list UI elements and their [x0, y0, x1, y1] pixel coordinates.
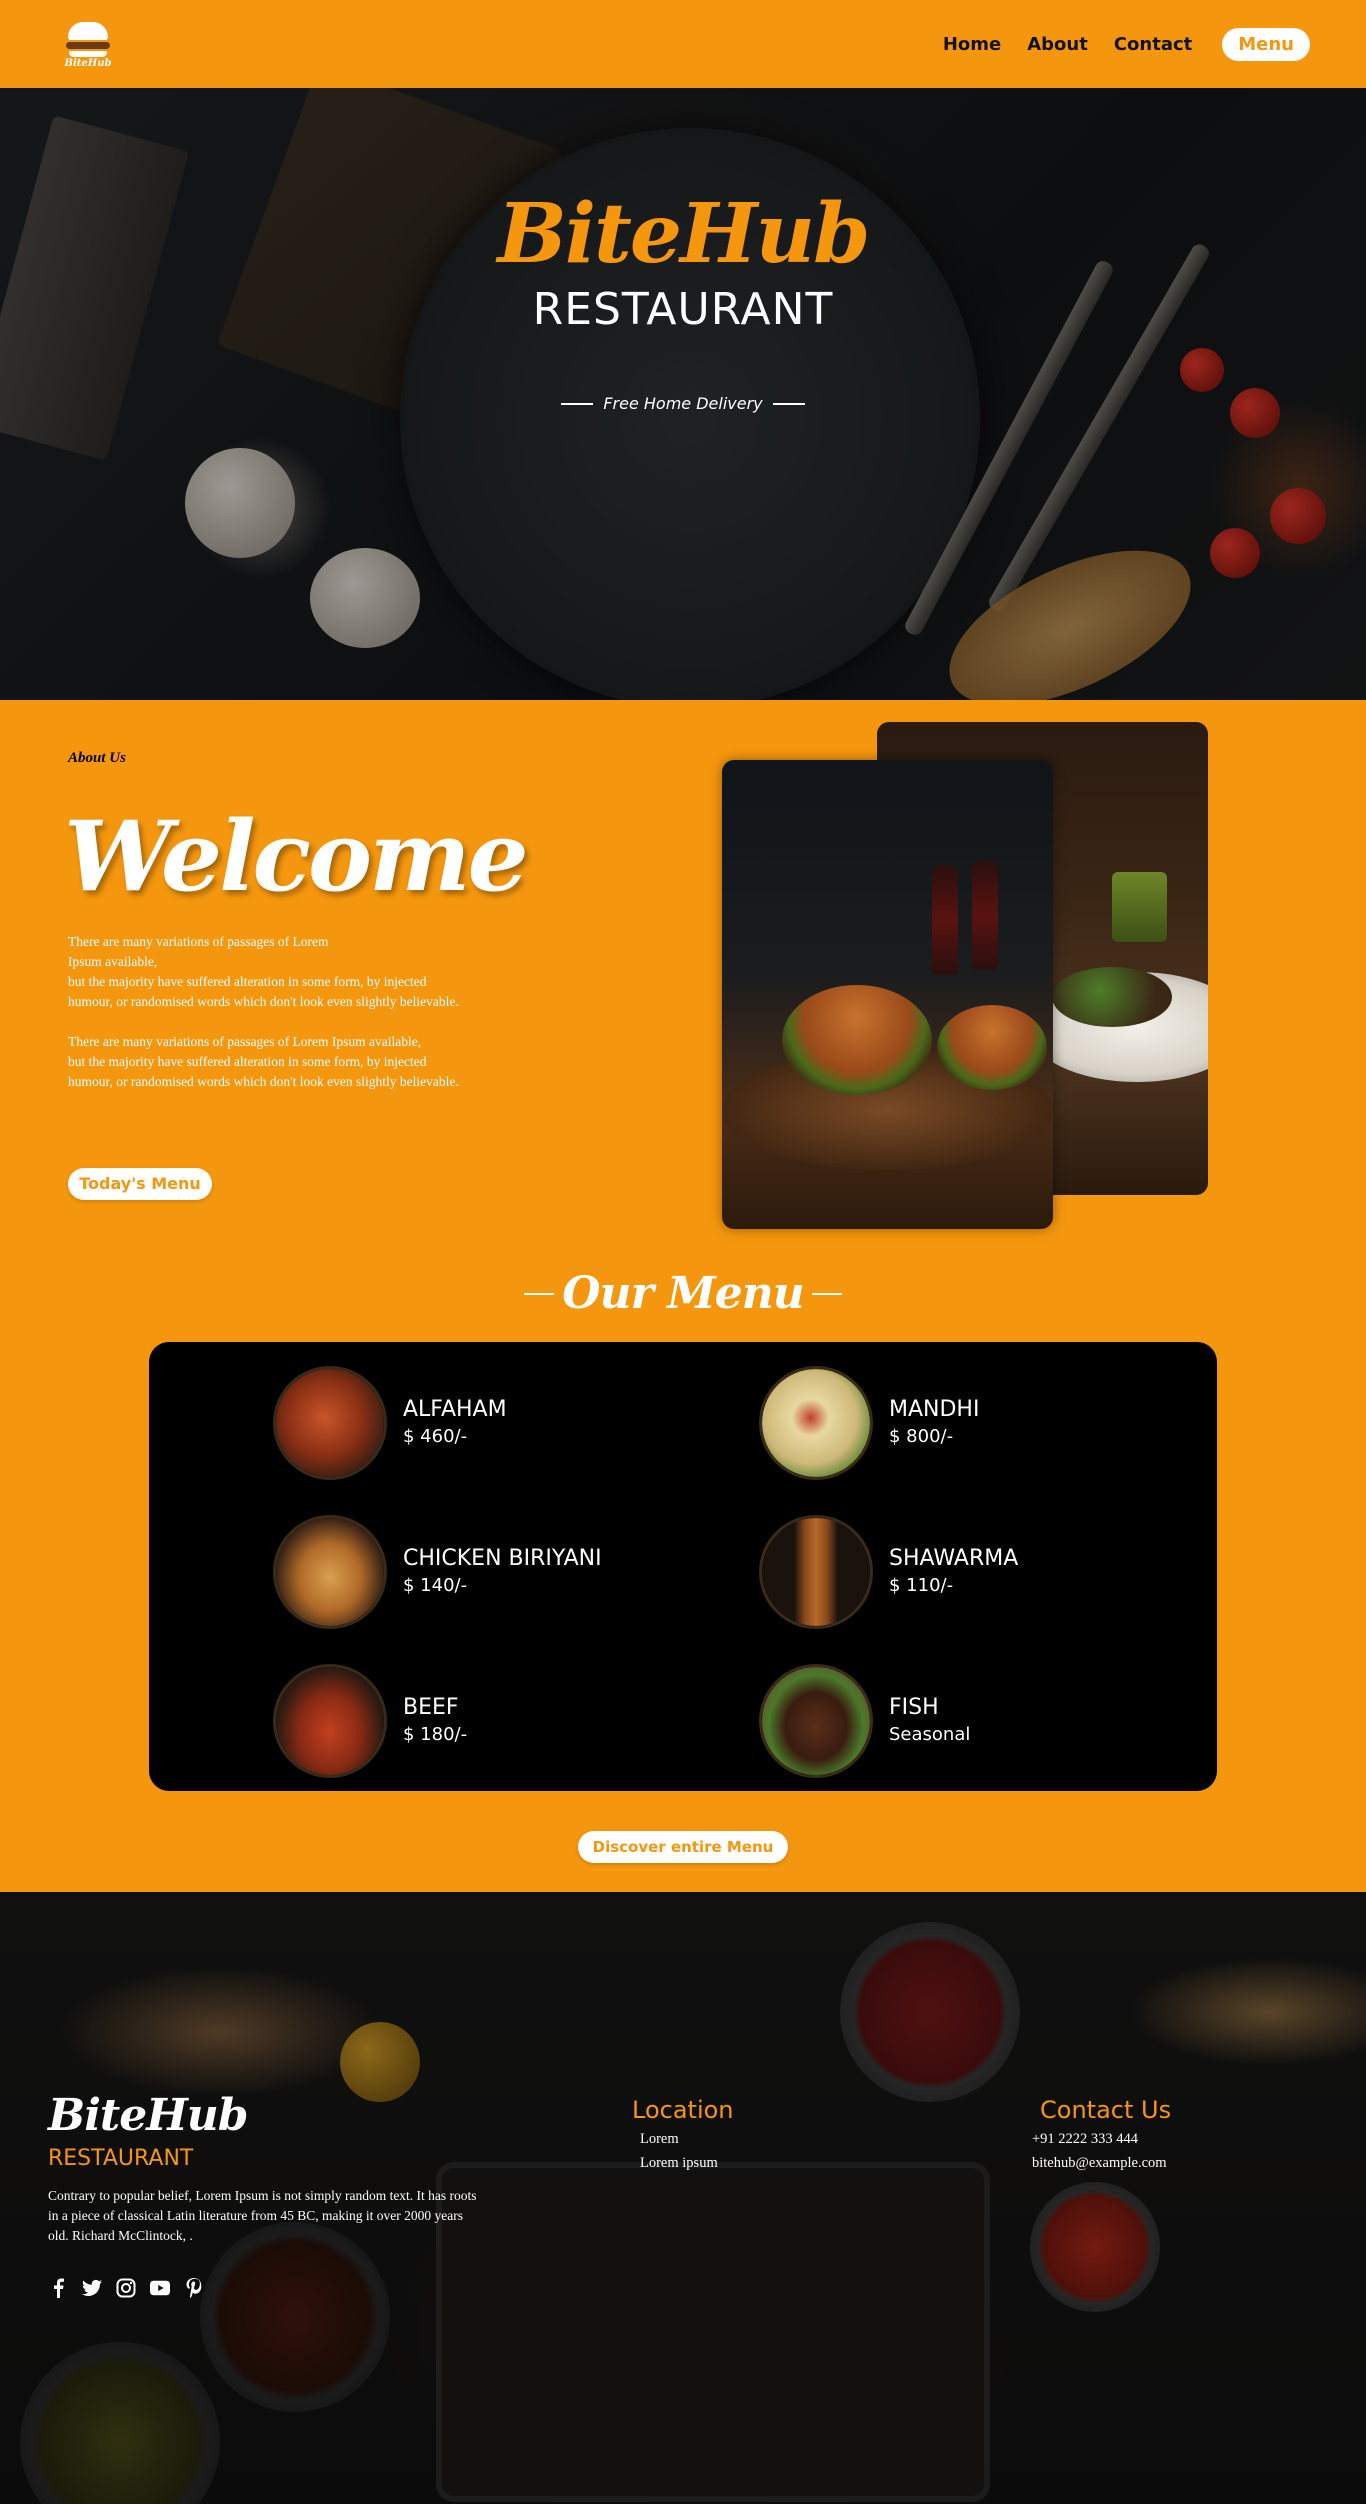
footer-title: BiteHub	[48, 2090, 249, 2141]
menu-item[interactable]: SHAWARMA $ 110/-	[759, 1515, 1018, 1629]
glass-image	[1112, 872, 1167, 942]
menu-heading-line-left	[524, 1292, 555, 1295]
menu-item-price: $ 110/-	[889, 1575, 954, 1596]
welcome-heading: Welcome	[64, 800, 529, 913]
social-links	[48, 2278, 204, 2298]
nav-menu-button[interactable]: Menu	[1222, 27, 1310, 61]
contact-email[interactable]: bitehub@example.com	[1032, 2151, 1167, 2175]
pinterest-icon[interactable]	[184, 2278, 204, 2298]
menu-item-text: BEEF $ 180/-	[403, 1694, 467, 1748]
tagline-line-right	[772, 402, 805, 405]
menu-item[interactable]: MANDHI $ 800/-	[759, 1366, 979, 1480]
menu-item-price: $ 800/-	[889, 1426, 954, 1447]
nav-about[interactable]: About	[1027, 34, 1088, 55]
menu-item-text: ALFAHAM $ 460/-	[403, 1396, 507, 1450]
menu-item-name: SHAWARMA	[889, 1546, 1019, 1571]
about-label: About Us	[68, 750, 126, 766]
menu-item-name: FISH	[889, 1695, 939, 1720]
contact-heading: Contact Us	[1040, 2096, 1172, 2124]
menu-item-text: MANDHI $ 800/-	[889, 1396, 979, 1450]
menu-panel: ALFAHAM $ 460/- MANDHI $ 800/- CHICKEN B…	[149, 1342, 1217, 1791]
nav-links: Home About Contact Menu	[943, 27, 1310, 61]
nav-home[interactable]: Home	[943, 34, 1001, 55]
menu-item-name: CHICKEN BIRIYANI	[403, 1546, 602, 1571]
fish-dish-image	[759, 1664, 873, 1778]
burger-bun-bottom	[69, 51, 107, 57]
footer-subtitle: RESTAURANT	[48, 2146, 194, 2171]
logo-text: BiteHub	[64, 58, 112, 69]
tagline-text: Free Home Delivery	[603, 394, 763, 413]
menu-item[interactable]: FISH Seasonal	[759, 1664, 970, 1778]
bitehub-logo[interactable]: BiteHub	[60, 16, 116, 72]
menu-item-name: BEEF	[403, 1695, 459, 1720]
biriyani-dish-image	[273, 1515, 387, 1629]
facebook-icon[interactable]	[48, 2278, 68, 2298]
cola-bottle-image	[932, 865, 958, 975]
menu-item-price: $ 460/-	[403, 1426, 468, 1447]
menu-item-name: ALFAHAM	[403, 1397, 507, 1422]
youtube-icon[interactable]	[150, 2278, 170, 2298]
menu-item-text: CHICKEN BIRIYANI $ 140/-	[403, 1545, 602, 1599]
footer-description: Contrary to popular belief, Lorem Ipsum …	[48, 2188, 477, 2243]
hero-subtitle: RESTAURANT	[532, 284, 834, 335]
menu-item[interactable]: BEEF $ 180/-	[273, 1664, 467, 1778]
hero-tagline: Free Home Delivery	[0, 394, 1366, 413]
shawarma-dish-image	[759, 1515, 873, 1629]
our-menu-title: Our Menu	[562, 1268, 804, 1319]
salad-image	[1052, 967, 1172, 1027]
tagline-line-left	[561, 402, 594, 405]
menu-item-price: $ 180/-	[403, 1724, 468, 1745]
nav-contact[interactable]: Contact	[1114, 34, 1192, 55]
alfaham-dish-image	[273, 1366, 387, 1480]
cola-bottle-image-2	[972, 860, 998, 970]
burger-photo	[722, 760, 1053, 1229]
location-heading: Location	[632, 2096, 734, 2124]
location-line-1: Lorem	[640, 2131, 679, 2147]
burger-patty	[66, 42, 110, 49]
discover-menu-button[interactable]: Discover entire Menu	[578, 1831, 788, 1863]
hero-title: BiteHub	[497, 186, 871, 282]
menu-item-price: $ 140/-	[403, 1575, 468, 1596]
instagram-icon[interactable]	[116, 2278, 136, 2298]
top-navbar: BiteHub Home About Contact Menu	[0, 0, 1366, 88]
menu-item-text: FISH Seasonal	[889, 1694, 970, 1748]
about-paragraph-1: There are many variations of passages of…	[68, 934, 459, 1009]
contact-phone[interactable]: +91 2222 333 444	[1032, 2127, 1138, 2151]
burger-logo-icon	[68, 22, 108, 40]
menu-heading-line-right	[811, 1292, 842, 1295]
mandhi-dish-image	[759, 1366, 873, 1480]
menu-item[interactable]: ALFAHAM $ 460/-	[273, 1366, 507, 1480]
menu-item[interactable]: CHICKEN BIRIYANI $ 140/-	[273, 1515, 602, 1629]
about-paragraph-2: There are many variations of passages of…	[68, 1034, 459, 1089]
menu-item-price: Seasonal	[889, 1724, 971, 1745]
twitter-icon[interactable]	[82, 2278, 102, 2298]
burger-image-2	[937, 1005, 1047, 1090]
beef-dish-image	[273, 1664, 387, 1778]
burger-image	[782, 985, 932, 1095]
our-menu-heading: Our Menu	[0, 1268, 1366, 1319]
todays-menu-button[interactable]: Today's Menu	[68, 1168, 212, 1200]
location-line-2: Lorem ipsum	[640, 2155, 718, 2171]
menu-item-name: MANDHI	[889, 1397, 980, 1422]
hero-banner: BiteHub RESTAURANT Free Home Delivery	[0, 88, 1366, 700]
menu-item-text: SHAWARMA $ 110/-	[889, 1545, 1018, 1599]
